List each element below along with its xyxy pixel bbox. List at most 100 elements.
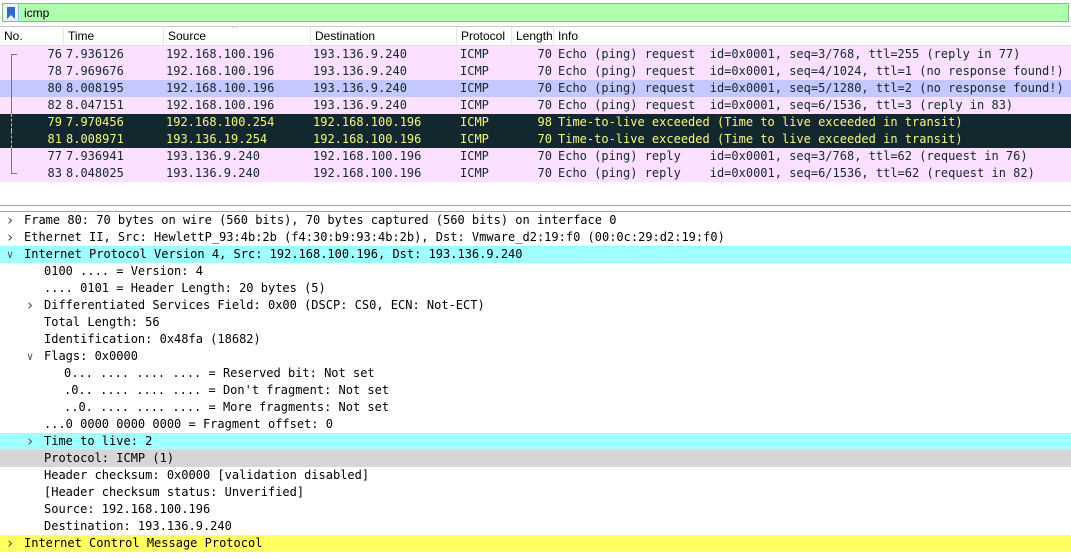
packet-time: 8.008971 [66, 132, 124, 146]
display-filter-input[interactable]: icmp [2, 3, 1069, 22]
detail-rows: › Frame 80: 70 bytes on wire (560 bits), … [0, 212, 1071, 552]
detail-tree-item[interactable]: Total Length: 56 [0, 314, 1071, 331]
packet-info: Echo (ping) request id=0x0001, seq=6/153… [558, 98, 1014, 112]
packet-length: 70 [537, 132, 552, 146]
packet-no: 78 [47, 64, 62, 78]
packet-info: Echo (ping) reply id=0x0001, seq=6/1536,… [558, 166, 1035, 180]
column-header-protocol[interactable]: Protocol [457, 27, 512, 46]
packet-source: 192.168.100.196 [166, 98, 275, 112]
packet-info: Echo (ping) request id=0x0001, seq=5/128… [558, 81, 1064, 95]
detail-tree-label: Ethernet II, Src: HewlettP_93:4b:2b (f4:… [24, 230, 725, 244]
packet-no: 79 [47, 115, 62, 129]
detail-tree-item[interactable]: .0.. .... .... .... = Don't fragment: No… [0, 382, 1071, 399]
chevron-right-icon[interactable]: › [4, 229, 16, 246]
packet-protocol: ICMP [460, 98, 489, 112]
packet-row[interactable]: 79 7.970456 192.168.100.254 192.168.100.196… [0, 114, 1071, 131]
packet-row[interactable]: 81 8.008971 193.136.19.254 192.168.100.196 I… [0, 131, 1071, 148]
packet-no: 83 [47, 166, 62, 180]
packet-row[interactable]: 78 7.969676 192.168.100.196 193.136.9.240 IC… [0, 63, 1071, 80]
chevron-down-icon[interactable]: ∨ [4, 246, 16, 263]
chevron-right-icon[interactable]: › [4, 535, 16, 552]
detail-tree-label: Identification: 0x48fa (18682) [44, 332, 261, 346]
detail-tree-item[interactable]: ...0 0000 0000 0000 = Fragment offset: 0 [0, 416, 1071, 433]
packet-no: 81 [47, 132, 62, 146]
packet-time: 7.970456 [66, 115, 124, 129]
detail-tree-label: .0.. .... .... .... = Don't fragment: No… [64, 383, 390, 397]
detail-tree-label: Internet Protocol Version 4, Src: 192.16… [24, 247, 523, 261]
detail-tree-label: Frame 80: 70 bytes on wire (560 bits), 7… [24, 213, 617, 227]
packet-info: Time-to-live exceeded (Time to live exce… [558, 132, 963, 146]
display-filter-toolbar: icmp [0, 0, 1071, 25]
packet-length: 70 [537, 81, 552, 95]
packet-row[interactable]: 76 7.936126 192.168.100.196 193.136.9.240 IC… [0, 46, 1071, 63]
filter-text: icmp [24, 5, 50, 20]
packet-time: 8.008195 [66, 81, 124, 95]
detail-tree-item[interactable]: ..0. .... .... .... = More fragments: No… [0, 399, 1071, 416]
chevron-down-icon[interactable]: ∨ [24, 348, 36, 365]
detail-tree-item[interactable]: 0100 .... = Version: 4 [0, 263, 1071, 280]
packet-protocol: ICMP [460, 47, 489, 61]
packet-row[interactable]: 83 8.048025 193.136.9.240 192.168.100.196 IC… [0, 165, 1071, 182]
packet-rows: 76 7.936126 192.168.100.196 193.136.9.240 IC… [0, 46, 1071, 182]
detail-tree-label: [Header checksum status: Unverified] [44, 485, 305, 499]
detail-tree-item[interactable]: .... 0101 = Header Length: 20 bytes (5) [0, 280, 1071, 297]
packet-row[interactable]: 80 8.008195 192.168.100.196 193.136.9.240 IC… [0, 80, 1071, 97]
packet-source: 192.168.100.196 [166, 64, 275, 78]
detail-tree-label: .... 0101 = Header Length: 20 bytes (5) [44, 281, 326, 295]
column-header-length[interactable]: Length [512, 27, 554, 46]
packet-destination: 193.136.9.240 [313, 47, 407, 61]
detail-tree-label: ...0 0000 0000 0000 = Fragment offset: 0 [44, 417, 333, 431]
bookmark-icon[interactable] [3, 4, 19, 21]
sort-up-icon: ^ [232, 26, 237, 34]
chevron-right-icon[interactable]: › [24, 433, 36, 450]
packet-row[interactable]: 77 7.936941 193.136.9.240 192.168.100.196 IC… [0, 148, 1071, 165]
detail-tree-label: Total Length: 56 [44, 315, 160, 329]
column-header-source[interactable]: Source [164, 27, 311, 46]
detail-tree-item[interactable]: 0... .... .... .... = Reserved bit: Not … [0, 365, 1071, 382]
detail-tree-label: Flags: 0x0000 [44, 349, 138, 363]
packet-no: 76 [47, 47, 62, 61]
packet-no: 82 [47, 98, 62, 112]
packet-protocol: ICMP [460, 149, 489, 163]
detail-tree-item[interactable]: › Time to live: 2 [0, 433, 1071, 450]
detail-tree-label: Protocol: ICMP (1) [44, 451, 175, 465]
packet-protocol: ICMP [460, 64, 489, 78]
detail-tree-label: Header checksum: 0x0000 [validation disa… [44, 468, 370, 482]
detail-tree-label: 0... .... .... .... = Reserved bit: Not … [64, 366, 375, 380]
detail-tree-item[interactable]: Source: 192.168.100.196 [0, 501, 1071, 518]
packet-destination: 192.168.100.196 [313, 166, 422, 180]
packet-destination: 193.136.9.240 [313, 64, 407, 78]
detail-tree-label: Source: 192.168.100.196 [44, 502, 211, 516]
detail-tree-item[interactable]: Header checksum: 0x0000 [validation disa… [0, 467, 1071, 484]
packet-protocol: ICMP [460, 132, 489, 146]
chevron-right-icon[interactable]: › [24, 297, 36, 314]
packet-time: 7.936941 [66, 149, 124, 163]
detail-tree-item[interactable]: › Differentiated Services Field: 0x00 (DS… [0, 297, 1071, 314]
packet-time: 8.048025 [66, 166, 124, 180]
detail-tree-item[interactable]: › Internet Control Message Protocol [0, 535, 1071, 552]
detail-tree-item[interactable]: [Header checksum status: Unverified] [0, 484, 1071, 501]
packet-list[interactable]: No. Time Source ^ Destination Protocol L… [0, 26, 1071, 206]
column-header-info[interactable]: Info [554, 27, 1071, 46]
detail-tree-item[interactable]: › Ethernet II, Src: HewlettP_93:4b:2b (f4… [0, 229, 1071, 246]
detail-tree-item[interactable]: Protocol: ICMP (1) [0, 450, 1071, 467]
packet-destination: 192.168.100.196 [313, 115, 422, 129]
chevron-right-icon[interactable]: › [4, 212, 16, 229]
packet-details-tree[interactable]: › Frame 80: 70 bytes on wire (560 bits), … [0, 211, 1071, 558]
detail-tree-label: Differentiated Services Field: 0x00 (DSC… [44, 298, 485, 312]
column-header-no[interactable]: No. [0, 27, 64, 46]
column-header-destination[interactable]: Destination [311, 27, 457, 46]
packet-source: 192.168.100.196 [166, 81, 275, 95]
packet-protocol: ICMP [460, 81, 489, 95]
packet-row[interactable]: 82 8.047151 192.168.100.196 193.136.9.240 IC… [0, 97, 1071, 114]
detail-tree-item[interactable]: ∨ Flags: 0x0000 [0, 348, 1071, 365]
column-header-time[interactable]: Time [64, 27, 164, 46]
packet-protocol: ICMP [460, 166, 489, 180]
detail-tree-item[interactable]: Identification: 0x48fa (18682) [0, 331, 1071, 348]
packet-destination: 192.168.100.196 [313, 132, 422, 146]
packet-no: 80 [47, 81, 62, 95]
detail-tree-item[interactable]: ∨ Internet Protocol Version 4, Src: 192.1… [0, 246, 1071, 263]
detail-tree-item[interactable]: Destination: 193.136.9.240 [0, 518, 1071, 535]
detail-tree-item[interactable]: › Frame 80: 70 bytes on wire (560 bits), … [0, 212, 1071, 229]
packet-destination: 192.168.100.196 [313, 149, 422, 163]
